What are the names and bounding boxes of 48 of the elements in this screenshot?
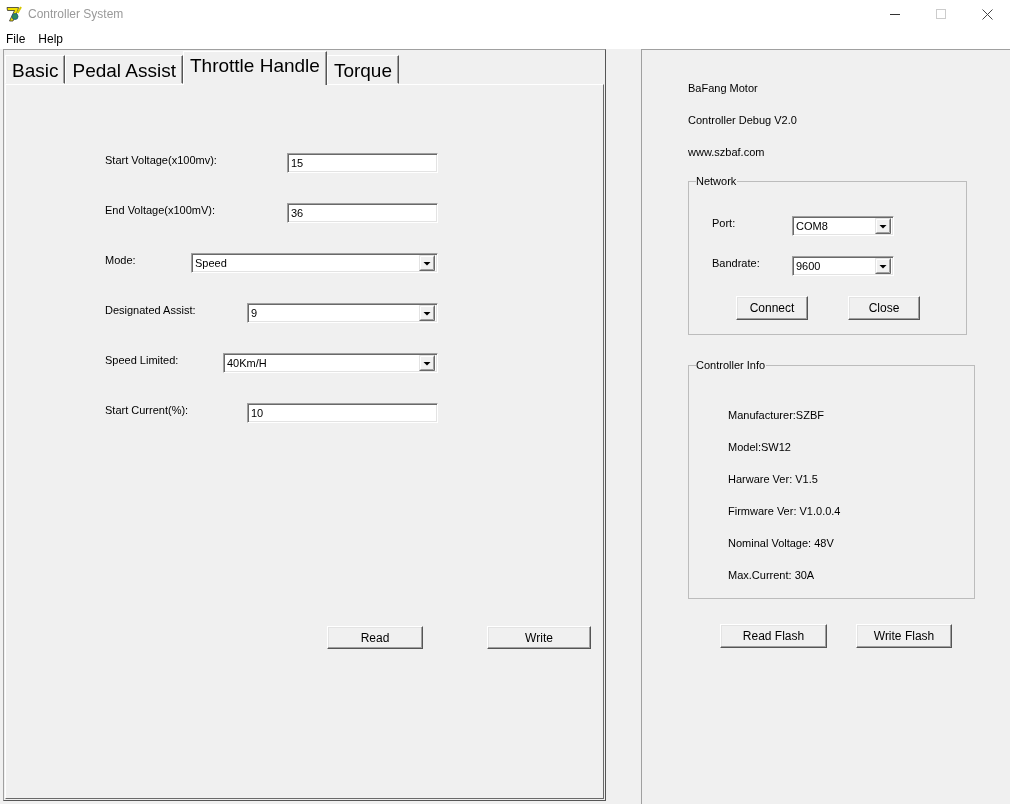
dropdown[interactable]: Speed <box>191 253 438 273</box>
info-text: Nominal Voltage: 48V <box>728 536 834 550</box>
dropdown-arrow-icon[interactable] <box>875 258 891 274</box>
window-title: Controller System <box>28 7 124 21</box>
text-field[interactable]: 10 <box>247 403 438 423</box>
tab[interactable]: Throttle Handle <box>182 51 327 85</box>
action-button[interactable]: Write Flash <box>856 624 952 648</box>
dropdown-arrow-icon[interactable] <box>419 355 435 371</box>
info-text: Max.Current: 30A <box>728 568 815 582</box>
field-label: Mode: <box>105 253 136 267</box>
info-text: Firmware Ver: V1.0.0.4 <box>728 504 841 518</box>
field-label: Designated Assist: <box>105 303 196 317</box>
close-icon <box>981 8 993 20</box>
dropdown[interactable]: 9600 <box>792 256 894 276</box>
field-label: End Voltage(x100mV): <box>105 203 216 217</box>
info-text: Model:SW12 <box>728 440 791 454</box>
tab[interactable]: Pedal Assist <box>65 55 183 84</box>
dropdown-arrow-icon[interactable] <box>875 218 891 234</box>
dropdown[interactable]: 40Km/H <box>223 353 438 373</box>
action-button[interactable]: Connect <box>736 296 808 320</box>
info-text: Manufacturer:SZBF <box>728 408 824 422</box>
menu-item[interactable]: File <box>0 28 33 49</box>
menu-item[interactable]: Help <box>32 28 71 49</box>
action-button[interactable]: Close <box>848 296 920 320</box>
field-label: Start Current(%): <box>105 403 189 417</box>
info-text: Harware Ver: V1.5 <box>728 472 818 486</box>
field-label: Start Voltage(x100mv): <box>105 153 217 167</box>
dropdown-arrow-icon[interactable] <box>419 305 435 321</box>
group-title: Controller Info <box>696 358 767 372</box>
info-text: BaFang Motor <box>688 81 758 95</box>
field-label: Port: <box>712 216 737 230</box>
app-logo-icon <box>6 6 22 22</box>
text-field[interactable]: 15 <box>287 153 438 173</box>
info-text: Controller Debug V2.0 <box>688 113 797 127</box>
dropdown[interactable]: COM8 <box>792 216 894 236</box>
minimize-icon <box>890 13 900 15</box>
info-text: www.szbaf.com <box>688 145 765 159</box>
group-title: Network <box>696 174 738 188</box>
tab[interactable]: Basic <box>5 55 66 84</box>
action-button[interactable]: Read Flash <box>720 624 827 648</box>
field-label: Bandrate: <box>712 256 761 270</box>
action-button[interactable]: Write <box>487 626 591 649</box>
dropdown[interactable]: 9 <box>247 303 438 323</box>
dropdown-arrow-icon[interactable] <box>419 255 435 271</box>
tab[interactable]: Torque <box>326 55 399 84</box>
field-label: Speed Limited: <box>105 353 179 367</box>
text-field[interactable]: 36 <box>287 203 438 223</box>
action-button[interactable]: Read <box>327 626 423 649</box>
